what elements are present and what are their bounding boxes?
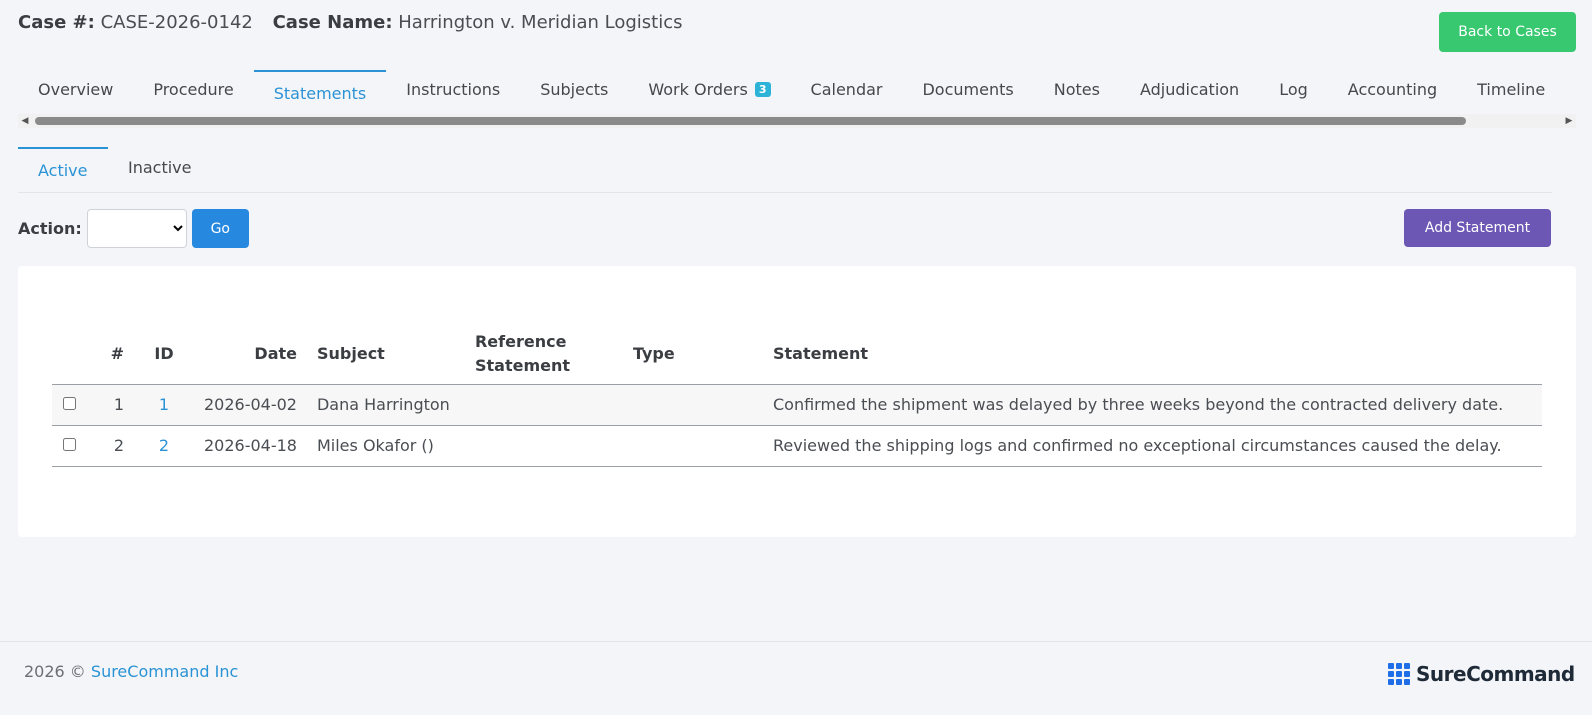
- brand-grid-icon: [1388, 663, 1410, 685]
- row-checkbox-cell: [52, 384, 86, 426]
- column-header-type[interactable]: Type: [622, 324, 763, 385]
- bulk-action-bar: Action: Go: [18, 209, 249, 248]
- case-name-value: Harrington v. Meridian Logistics: [398, 12, 683, 33]
- case-number-value: CASE-2026-0142: [100, 12, 253, 33]
- cell-reference: [464, 384, 623, 426]
- scroll-right-arrow-icon[interactable]: ▶: [1562, 115, 1576, 127]
- table-row: 1 1 2026-04-02 Dana Harrington Confirmed…: [52, 384, 1542, 426]
- tab-label: Adjudication: [1139, 80, 1240, 99]
- statement-id-link[interactable]: 2: [159, 436, 169, 455]
- cell-statement: Reviewed the shipping logs and confirmed…: [762, 425, 1542, 467]
- tab-label: Instructions: [406, 80, 501, 99]
- cell-type: [622, 425, 763, 467]
- tab-label: Calendar: [810, 80, 883, 99]
- tab-label: Documents: [922, 80, 1014, 99]
- column-header-reference-statement[interactable]: Reference Statement: [464, 324, 623, 385]
- cell-subject: Miles Okafor (): [306, 425, 465, 467]
- column-header-date[interactable]: Date: [194, 324, 307, 385]
- row-checkbox[interactable]: [62, 397, 76, 410]
- add-statement-button[interactable]: Add Statement: [1404, 209, 1551, 247]
- tabs-scrollbar[interactable]: ◀ ▶: [18, 114, 1576, 128]
- tab-accounting[interactable]: Accounting: [1328, 70, 1457, 114]
- case-tabs-container: Overview Procedure Statements Instructio…: [18, 70, 1576, 130]
- tab-label: Work Orders: [648, 80, 748, 99]
- work-orders-count-badge: 3: [754, 82, 771, 97]
- statements-table: # ID Date Subject Reference Statement Typ…: [52, 324, 1542, 467]
- column-header-statement[interactable]: Statement: [762, 324, 1542, 385]
- column-header-subject[interactable]: Subject: [306, 324, 465, 385]
- tab-overview[interactable]: Overview: [18, 70, 133, 114]
- case-header: Case #: CASE-2026-0142 Case Name: Harrin…: [18, 12, 683, 33]
- action-select[interactable]: [86, 209, 187, 248]
- statements-card: # ID Date Subject Reference Statement Typ…: [18, 266, 1576, 537]
- cell-statement: Confirmed the shipment was delayed by th…: [762, 384, 1542, 426]
- tab-procedure[interactable]: Procedure: [133, 70, 253, 114]
- tab-label: Subjects: [540, 80, 609, 99]
- back-to-cases-button[interactable]: Back to Cases: [1439, 12, 1576, 52]
- cell-id: 1: [134, 384, 194, 426]
- action-label: Action:: [18, 219, 82, 238]
- tab-work-orders[interactable]: Work Orders 3: [628, 70, 790, 114]
- tab-timeline[interactable]: Timeline: [1457, 70, 1565, 114]
- case-number-label: Case #:: [18, 12, 95, 33]
- table-header-row: # ID Date Subject Reference Statement Typ…: [52, 324, 1542, 385]
- subtab-inactive[interactable]: Inactive: [108, 147, 212, 193]
- copyright: 2026 © SureCommand Inc: [24, 662, 238, 681]
- case-name-label: Case Name:: [272, 12, 393, 33]
- scroll-left-arrow-icon[interactable]: ◀: [18, 115, 32, 127]
- header-line: Reference: [474, 331, 567, 351]
- tab-label: Log: [1279, 80, 1308, 99]
- header-line: Statement: [474, 355, 571, 375]
- cell-num: 2: [86, 425, 134, 467]
- cell-type: [622, 384, 763, 426]
- tab-label: Overview: [38, 80, 114, 99]
- tab-label: Notes: [1053, 80, 1100, 99]
- column-header-num: #: [86, 324, 134, 385]
- table-row: 2 2 2026-04-18 Miles Okafor () Reviewed …: [52, 425, 1542, 467]
- tab-instructions[interactable]: Instructions: [386, 70, 520, 114]
- page-footer: 2026 © SureCommand Inc SureCommand: [0, 641, 1592, 715]
- scrollbar-thumb[interactable]: [35, 117, 1466, 125]
- status-subtabs: Active Inactive: [18, 147, 1552, 193]
- subtab-active[interactable]: Active: [18, 147, 108, 193]
- tab-label: Timeline: [1477, 80, 1546, 99]
- case-tabs: Overview Procedure Statements Instructio…: [18, 70, 1565, 114]
- tab-adjudication[interactable]: Adjudication: [1120, 70, 1259, 114]
- cell-reference: [464, 425, 623, 467]
- copyright-year: 2026 ©: [24, 662, 86, 681]
- tab-documents[interactable]: Documents: [902, 70, 1033, 114]
- cell-date: 2026-04-18: [194, 425, 307, 467]
- tab-calendar[interactable]: Calendar: [791, 70, 903, 114]
- tab-label: Procedure: [153, 80, 234, 99]
- column-header-id[interactable]: ID: [134, 324, 194, 385]
- tab-subjects[interactable]: Subjects: [520, 70, 628, 114]
- tab-log[interactable]: Log: [1259, 70, 1328, 114]
- company-link[interactable]: SureCommand Inc: [91, 662, 238, 681]
- brand-logo: SureCommand: [1388, 662, 1575, 686]
- tab-label: Statements: [273, 84, 367, 103]
- go-button[interactable]: Go: [191, 209, 249, 248]
- cell-id: 2: [134, 425, 194, 467]
- tab-label: Accounting: [1347, 80, 1438, 99]
- row-checkbox[interactable]: [62, 438, 76, 451]
- row-checkbox-cell: [52, 425, 86, 467]
- brand-name: SureCommand: [1416, 662, 1575, 686]
- select-column-header: [52, 324, 86, 385]
- tab-statements[interactable]: Statements: [253, 70, 387, 114]
- statement-id-link[interactable]: 1: [159, 395, 169, 414]
- tab-notes[interactable]: Notes: [1034, 70, 1120, 114]
- cell-num: 1: [86, 384, 134, 426]
- cell-subject: Dana Harrington: [306, 384, 465, 426]
- cell-date: 2026-04-02: [194, 384, 307, 426]
